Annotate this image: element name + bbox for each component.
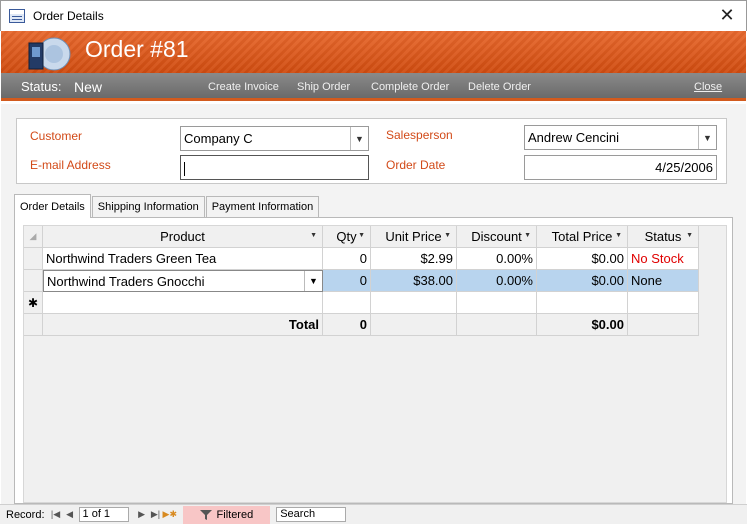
- qty-cell[interactable]: 0: [323, 248, 371, 270]
- funnel-icon: [199, 509, 212, 520]
- total-price-cell[interactable]: [537, 292, 628, 314]
- previous-record-icon[interactable]: ◀: [63, 509, 77, 520]
- window-close-icon[interactable]: ✕: [718, 6, 736, 24]
- table-row[interactable]: Northwind Traders Gnocchi ▼ 0 $38.00 0.0…: [24, 270, 699, 292]
- form-icon: [9, 9, 25, 23]
- filter-toggle-button[interactable]: Filtered: [182, 505, 271, 524]
- last-record-icon[interactable]: ▶|: [149, 509, 163, 520]
- discount-cell[interactable]: 0.00%: [457, 248, 537, 270]
- order-logo-icon: [28, 37, 71, 71]
- empty-cell: [628, 314, 699, 336]
- window-titlebar: Order Details ✕: [0, 0, 747, 31]
- delete-order-button[interactable]: Delete Order: [468, 81, 531, 93]
- customer-label: Customer: [30, 129, 83, 143]
- chevron-down-icon: ▼: [524, 232, 531, 239]
- total-label: Total: [43, 314, 323, 336]
- form-body: Customer Company C ▼ E-mail Address Sale…: [1, 104, 746, 504]
- discount-cell[interactable]: [457, 292, 537, 314]
- total-price-cell[interactable]: $0.00: [537, 248, 628, 270]
- chevron-down-icon: ▼: [358, 232, 365, 239]
- column-header-status[interactable]: Status ▼: [628, 226, 699, 248]
- record-position-input[interactable]: 1 of 1: [78, 507, 129, 522]
- product-cell[interactable]: [43, 292, 323, 314]
- window-title: Order Details: [33, 9, 104, 23]
- tab-payment-information[interactable]: Payment Information: [205, 196, 320, 218]
- new-record-icon: ✱: [24, 292, 43, 314]
- salesperson-combo[interactable]: Andrew Cencini ▼: [524, 125, 717, 150]
- tab-strip: Order Details Shipping Information Payme…: [14, 194, 320, 218]
- close-form-button[interactable]: Close: [694, 81, 722, 93]
- order-date-value: 4/25/2006: [655, 160, 713, 175]
- row-selector[interactable]: [24, 270, 43, 292]
- chevron-down-icon: ▼: [310, 232, 317, 239]
- table-row[interactable]: Northwind Traders Green Tea 0 $2.99 0.00…: [24, 248, 699, 270]
- order-date-field[interactable]: 4/25/2006: [524, 155, 717, 180]
- column-header-unit-price[interactable]: Unit Price ▼: [371, 226, 457, 248]
- chevron-down-icon: ▼: [615, 232, 622, 239]
- qty-cell[interactable]: [323, 292, 371, 314]
- empty-cell: [371, 314, 457, 336]
- complete-order-button[interactable]: Complete Order: [371, 81, 449, 93]
- salesperson-value: Andrew Cencini: [528, 130, 620, 145]
- order-title: Order #81: [85, 36, 189, 62]
- email-label: E-mail Address: [30, 158, 111, 172]
- ship-order-button[interactable]: Ship Order: [297, 81, 350, 93]
- command-bar: Status: New Create Invoice Ship Order Co…: [1, 73, 746, 101]
- form-header: Order #81: [1, 31, 746, 73]
- unit-price-cell[interactable]: $2.99: [371, 248, 457, 270]
- tab-order-details[interactable]: Order Details: [14, 194, 91, 218]
- qty-cell[interactable]: 0: [323, 270, 371, 292]
- status-value: New: [74, 79, 103, 95]
- total-row: Total 0 $0.00: [24, 314, 699, 336]
- unit-price-cell[interactable]: $38.00: [371, 270, 457, 292]
- row-selector: [24, 314, 43, 336]
- total-price-cell[interactable]: $0.00: [537, 270, 628, 292]
- product-cell[interactable]: Northwind Traders Green Tea: [43, 248, 323, 270]
- search-input[interactable]: Search: [276, 507, 347, 522]
- column-header-product[interactable]: Product ▼: [43, 226, 323, 248]
- chevron-down-icon: ▼: [686, 232, 693, 239]
- datasheet-header: ◢ Product ▼ Qty ▼ Unit Price ▼ Discount ▼ To…: [24, 226, 699, 248]
- status-cell[interactable]: No Stock: [628, 248, 699, 270]
- discount-cell[interactable]: 0.00%: [457, 270, 537, 292]
- record-label: Record:: [6, 508, 45, 521]
- product-combo-cell[interactable]: Northwind Traders Gnocchi ▼: [43, 270, 323, 292]
- chevron-down-icon: ▼: [444, 232, 451, 239]
- column-header-qty[interactable]: Qty ▼: [323, 226, 371, 248]
- first-record-icon[interactable]: |◀: [49, 509, 63, 520]
- order-date-label: Order Date: [386, 158, 446, 172]
- customer-value: Company C: [184, 131, 253, 146]
- status-cell[interactable]: [628, 292, 699, 314]
- row-selector[interactable]: [24, 248, 43, 270]
- chevron-down-icon[interactable]: ▼: [304, 271, 322, 291]
- customer-combo[interactable]: Company C ▼: [180, 126, 369, 151]
- email-field[interactable]: [180, 155, 369, 180]
- column-header-discount[interactable]: Discount ▼: [457, 226, 537, 248]
- empty-cell: [457, 314, 537, 336]
- record-navigation-bar: Record: |◀ ◀ 1 of 1 ▶ ▶| ▶✱ Filtered Sea…: [0, 504, 747, 524]
- order-info-section: Customer Company C ▼ E-mail Address Sale…: [16, 118, 727, 184]
- column-header-total-price[interactable]: Total Price ▼: [537, 226, 628, 248]
- total-price: $0.00: [537, 314, 628, 336]
- total-qty: 0: [323, 314, 371, 336]
- new-record-nav-icon[interactable]: ▶✱: [163, 509, 177, 520]
- order-details-datasheet: ◢ Product ▼ Qty ▼ Unit Price ▼ Discount ▼ To…: [23, 225, 727, 503]
- filter-label: Filtered: [216, 508, 254, 521]
- chevron-down-icon[interactable]: ▼: [698, 126, 716, 149]
- salesperson-label: Salesperson: [386, 128, 453, 142]
- status-label: Status:: [21, 79, 62, 94]
- tab-panel-order-details: ◢ Product ▼ Qty ▼ Unit Price ▼ Discount ▼ To…: [14, 217, 733, 504]
- create-invoice-button[interactable]: Create Invoice: [208, 81, 279, 93]
- unit-price-cell[interactable]: [371, 292, 457, 314]
- tab-shipping-information[interactable]: Shipping Information: [91, 196, 205, 218]
- select-all-icon[interactable]: ◢: [24, 226, 43, 248]
- status-cell[interactable]: None: [628, 270, 699, 292]
- next-record-icon[interactable]: ▶: [135, 509, 149, 520]
- new-record-row[interactable]: ✱: [24, 292, 699, 314]
- chevron-down-icon[interactable]: ▼: [350, 127, 368, 150]
- text-cursor: [184, 161, 185, 176]
